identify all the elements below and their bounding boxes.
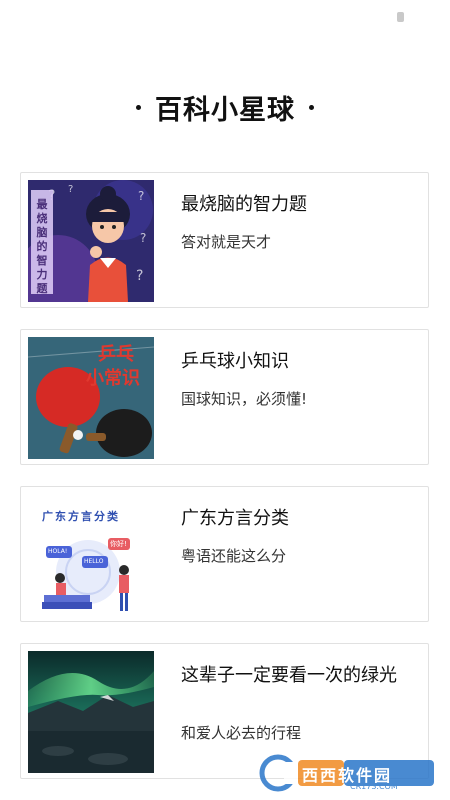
page-title-text: 百科小星球 (155, 95, 295, 126)
title-left-dot (136, 105, 141, 110)
card-1-image-text: 最烧脑的智力题 (36, 198, 48, 295)
svg-text:?: ? (138, 189, 144, 203)
card-brain-teasers[interactable]: ? ? ? ? ? 最烧脑的智力题 最烧脑的智力题 答对就是天才 (20, 172, 429, 308)
card-2-image-text-1: 乒乓 (98, 344, 134, 365)
card-3-subtitle: 粤语还能这么分 (181, 547, 287, 565)
card-2-title: 乒乓球小知识 (181, 351, 289, 372)
svg-text:?: ? (68, 184, 73, 195)
title-right-dot (309, 105, 314, 110)
page-title: 百科小星球 (0, 88, 450, 127)
card-cantonese-dialects[interactable]: 广东方言分类 HOLA! HELLO 你好! 广东方言分类 粤语还能这么分 (20, 486, 429, 622)
card-3-image-text: 广东方言分类 (42, 510, 120, 523)
watermark-url: CR173.COM (350, 782, 398, 791)
svg-text:?: ? (140, 231, 146, 245)
card-2-image-text-2: 小常识 (86, 368, 140, 389)
card-3-bubble-nihao: 你好! (110, 540, 127, 548)
watermark-logo: 西西软件园 CR173.COM (258, 752, 438, 794)
card-1-subtitle: 答对就是天才 (181, 233, 272, 251)
card-2-subtitle: 国球知识，必须懂! (181, 390, 308, 408)
card-3-title: 广东方言分类 (181, 508, 289, 529)
card-3-thumbnail: 广东方言分类 HOLA! HELLO 你好! (28, 494, 154, 616)
card-4-subtitle: 和爱人必去的行程 (181, 724, 302, 742)
card-3-bubble-hello: HELLO (84, 558, 104, 565)
svg-text:?: ? (136, 268, 143, 284)
card-2-thumbnail: 乒乓 小常识 (28, 337, 154, 459)
card-1-title: 最烧脑的智力题 (181, 194, 307, 215)
card-4-thumbnail (28, 651, 154, 773)
card-4-title: 这辈子一定要看一次的绿光 (181, 665, 397, 686)
card-1-thumbnail: ? ? ? ? ? 最烧脑的智力题 (28, 180, 154, 302)
card-table-tennis[interactable]: 乒乓 小常识 乒乓球小知识 国球知识，必须懂! (20, 329, 429, 465)
status-indicator (397, 12, 404, 22)
card-3-bubble-hola: HOLA! (48, 548, 68, 555)
